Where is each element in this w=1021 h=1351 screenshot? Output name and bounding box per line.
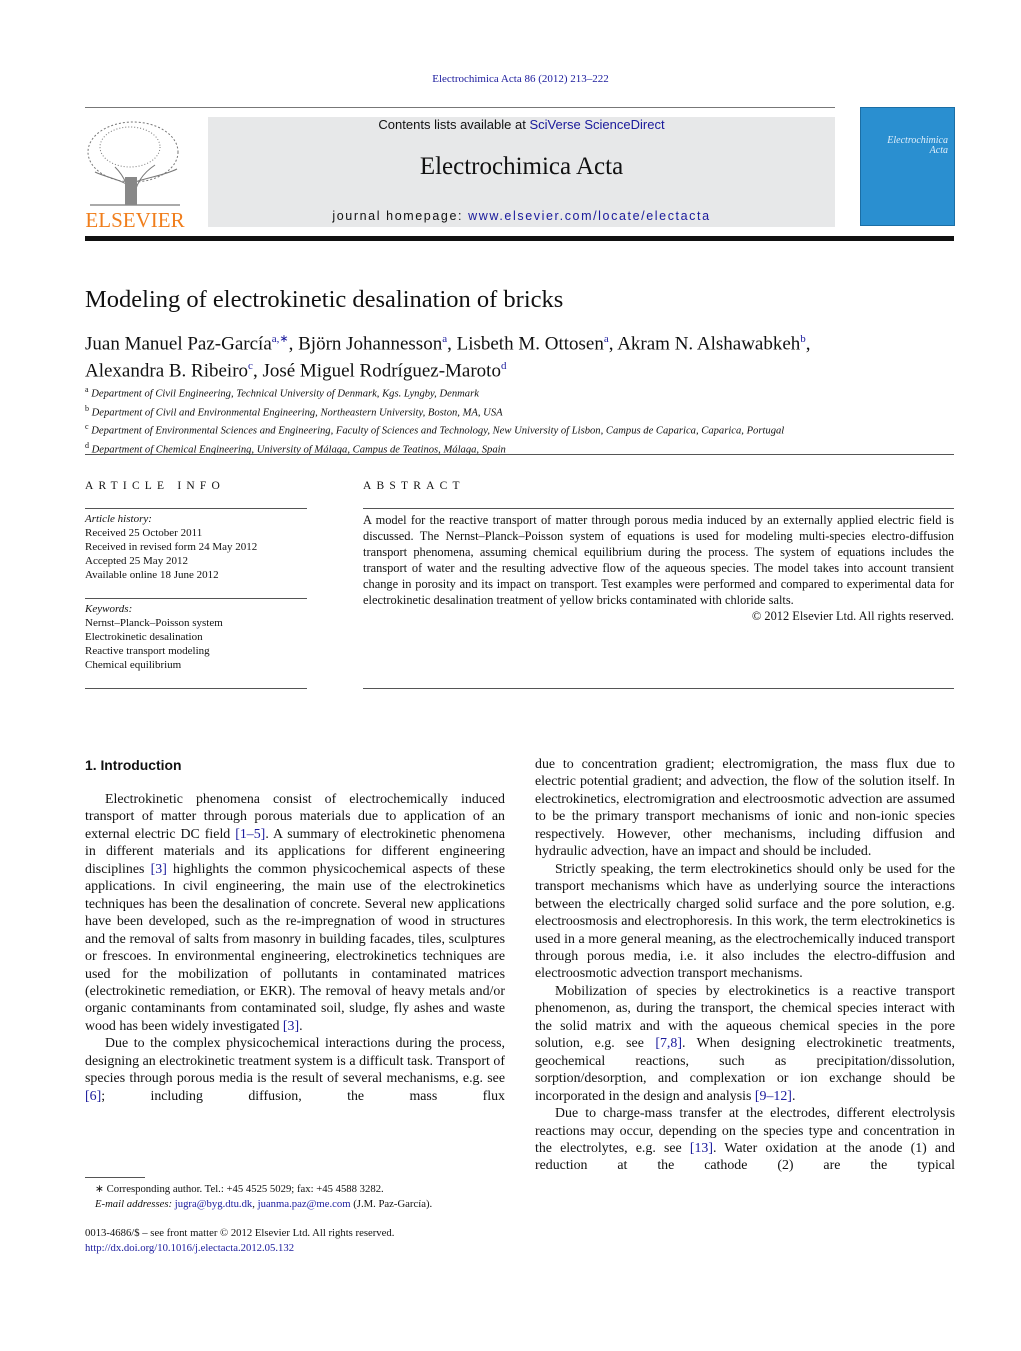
citation-link[interactable]: [6] xyxy=(85,1089,101,1104)
affiliation-marker: d xyxy=(85,440,89,450)
article-title: Modeling of electrokinetic desalination … xyxy=(85,286,564,313)
header-bar xyxy=(85,236,954,241)
corresponding-author: ∗ Corresponding author. Tel.: +45 4525 5… xyxy=(95,1183,384,1195)
footnotes: ∗ Corresponding author. Tel.: +45 4525 5… xyxy=(85,1182,432,1211)
journal-banner: Contents lists available at SciVerse Sci… xyxy=(208,117,835,227)
affiliation-text: Department of Environmental Sciences and… xyxy=(91,425,785,437)
email-line: E-mail addresses: jugra@byg.dtu.dk, juan… xyxy=(95,1197,432,1212)
affiliation-marker: c xyxy=(85,422,89,432)
citation-link[interactable]: [13] xyxy=(690,1141,713,1156)
journal-reference[interactable]: Electrochimica Acta 86 (2012) 213–222 xyxy=(0,73,1021,85)
divider xyxy=(85,454,954,455)
divider xyxy=(363,508,954,509)
paragraph: Due to the complex physicochemical inter… xyxy=(85,1035,505,1105)
paragraph-text: due to concentration gradient; electromi… xyxy=(535,757,955,860)
homepage-prefix: journal homepage: xyxy=(332,209,469,223)
affiliation: b Department of Civil and Environmental … xyxy=(85,402,784,421)
article-history: Article history: Received 25 October 201… xyxy=(85,512,307,582)
footnote-rule xyxy=(85,1177,145,1178)
affiliation: a Department of Civil Engineering, Techn… xyxy=(85,383,784,402)
author-name[interactable]: Björn Johannesson xyxy=(298,333,442,354)
keyword: Reactive transport modeling xyxy=(85,645,210,657)
keyword: Electrokinetic desalination xyxy=(85,631,203,643)
right-column: due to concentration gradient; electromi… xyxy=(535,756,955,1175)
email-suffix: (J.M. Paz-García). xyxy=(350,1197,433,1210)
abstract-copyright: © 2012 Elsevier Ltd. All rights reserved… xyxy=(751,609,954,623)
paragraph-text: ; including diffusion, the mass flux xyxy=(101,1088,505,1104)
sciencedirect-link[interactable]: SciVerse ScienceDirect xyxy=(529,117,664,132)
paragraph: Due to charge-mass transfer at the elect… xyxy=(535,1105,955,1175)
citation-link[interactable]: [1–5] xyxy=(235,827,265,842)
homepage-link[interactable]: www.elsevier.com/locate/electacta xyxy=(468,209,710,223)
author-separator: , xyxy=(447,333,457,355)
author-name[interactable]: Juan Manuel Paz-García xyxy=(85,333,272,354)
author-name[interactable]: Alexandra B. Ribeiro xyxy=(85,361,248,382)
paragraph-text: Due to the complex physicochemical inter… xyxy=(85,1036,505,1087)
history-item: Accepted 25 May 2012 xyxy=(85,555,188,567)
history-item: Available online 18 June 2012 xyxy=(85,569,219,581)
author-name[interactable]: Lisbeth M. Ottosen xyxy=(457,333,604,354)
affiliation-marker: b xyxy=(85,403,89,413)
affiliation: c Department of Environmental Sciences a… xyxy=(85,420,784,439)
keywords-label: Keywords: xyxy=(85,603,133,615)
contents-prefix: Contents lists available at xyxy=(378,117,530,132)
front-matter-block: 0013-4686/$ – see front matter © 2012 El… xyxy=(85,1226,394,1255)
affiliation-marker: a xyxy=(85,385,89,394)
elsevier-tree-icon: ELSEVIER xyxy=(85,121,185,232)
author-separator: , xyxy=(252,360,263,382)
author-name[interactable]: Akram N. Alshawabkeh xyxy=(617,333,800,354)
doi-link[interactable]: http://dx.doi.org/10.1016/j.electacta.20… xyxy=(85,1242,294,1254)
affiliation-text: Department of Civil and Environmental En… xyxy=(91,407,503,419)
article-info-heading: ARTICLE INFO xyxy=(85,480,225,492)
history-item: Received in revised form 24 May 2012 xyxy=(85,541,258,553)
journal-cover: Electrochimica Acta xyxy=(860,107,955,226)
author-affiliation-marker[interactable]: a,∗ xyxy=(272,333,289,345)
journal-title: Electrochimica Acta xyxy=(419,153,624,180)
left-column: Electrokinetic phenomena consist of elec… xyxy=(85,791,505,1105)
author-list: Juan Manuel Paz-Garcíaa,∗, Björn Johanne… xyxy=(85,328,965,383)
divider xyxy=(85,508,307,509)
elsevier-logo: ELSEVIER xyxy=(85,117,185,232)
abstract-heading: ABSTRACT xyxy=(363,480,465,492)
affiliation-text: Department of Civil Engineering, Technic… xyxy=(91,388,479,400)
email-label: E-mail addresses: xyxy=(95,1197,175,1210)
paragraph-text: . xyxy=(791,1088,796,1104)
author-separator: , xyxy=(805,333,811,355)
paragraph-text: . xyxy=(299,1018,303,1034)
paragraph: due to concentration gradient; electromi… xyxy=(535,756,955,861)
email-link[interactable]: juanma.paz@me.com xyxy=(258,1198,351,1210)
citation-link[interactable]: [3] xyxy=(151,862,167,877)
homepage-line: journal homepage: www.elsevier.com/locat… xyxy=(208,209,835,223)
contents-line: Contents lists available at SciVerse Sci… xyxy=(208,117,835,133)
header-rule xyxy=(85,107,835,108)
divider xyxy=(85,598,307,599)
paragraph: Strictly speaking, the term electrokinet… xyxy=(535,861,955,983)
section-heading: 1. Introduction xyxy=(85,757,182,773)
author-separator: , xyxy=(608,333,618,355)
elsevier-wordmark: ELSEVIER xyxy=(85,208,184,230)
front-matter: 0013-4686/$ – see front matter © 2012 El… xyxy=(85,1227,395,1239)
history-item: Received 25 October 2011 xyxy=(85,527,203,539)
abstract: A model for the reactive transport of ma… xyxy=(363,512,954,624)
author-affiliation-marker[interactable]: d xyxy=(501,360,507,372)
history-label: Article history: xyxy=(85,513,152,525)
author-name[interactable]: José Miguel Rodríguez-Maroto xyxy=(262,361,501,382)
paragraph: Electrokinetic phenomena consist of elec… xyxy=(85,791,505,1035)
affiliations: a Department of Civil Engineering, Techn… xyxy=(85,383,784,457)
divider xyxy=(85,688,307,689)
email-link[interactable]: jugra@byg.dtu.dk xyxy=(175,1198,253,1210)
citation-link[interactable]: [7,8] xyxy=(655,1036,682,1051)
keyword: Chemical equilibrium xyxy=(85,659,182,671)
paragraph-text: Strictly speaking, the term electrokinet… xyxy=(535,861,955,982)
paragraph-text: highlights the common physicochem­ical a… xyxy=(85,861,505,1034)
paragraph: Mobilization of species by electrokineti… xyxy=(535,983,955,1105)
cover-title: Electrochimica Acta xyxy=(887,135,948,156)
abstract-text: A model for the reactive transport of ma… xyxy=(363,513,954,607)
keyword: Nernst–Planck–Poisson system xyxy=(85,617,223,629)
keywords: Keywords: Nernst–Planck–Poisson system E… xyxy=(85,602,307,672)
divider xyxy=(363,688,954,689)
citation-link[interactable]: [9–12] xyxy=(755,1089,792,1104)
citation-link[interactable]: [3] xyxy=(283,1019,299,1034)
author-separator: , xyxy=(288,333,299,355)
